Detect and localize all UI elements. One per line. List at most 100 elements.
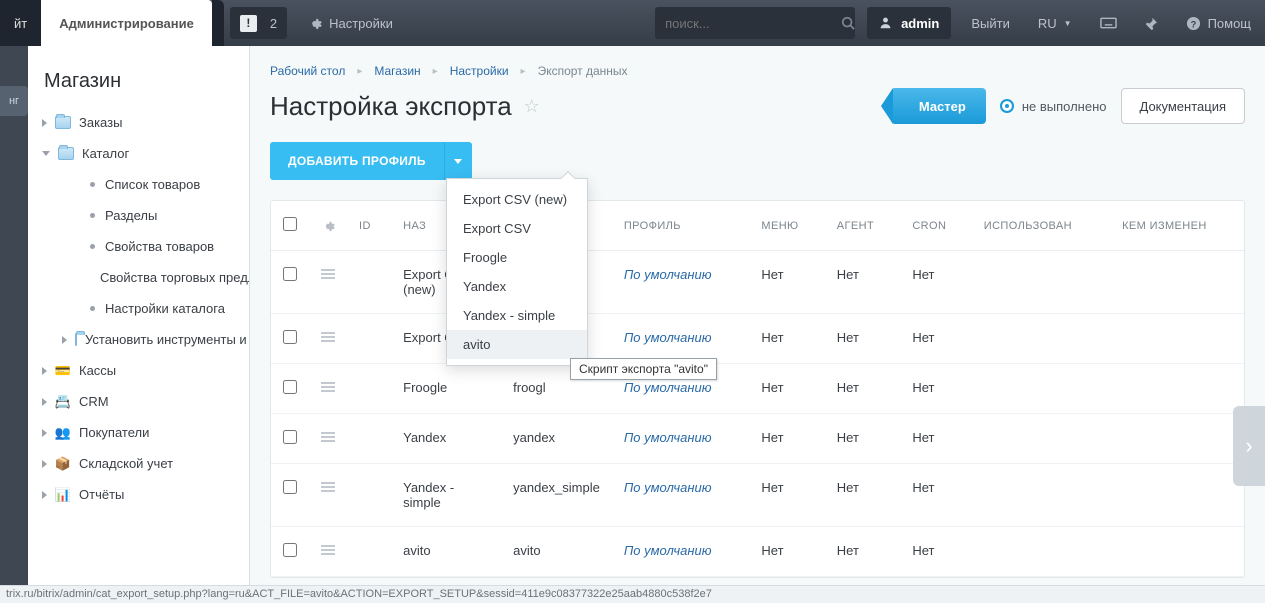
sidebar-item-kassy[interactable]: 💳Кассы [28, 355, 249, 386]
main: Рабочий стол ▸ Магазин ▸ Настройки ▸ Экс… [250, 46, 1265, 603]
cell-profile[interactable]: По умолчанию [624, 267, 712, 282]
user-menu[interactable]: admin [867, 7, 951, 39]
crumb-settings[interactable]: Настройки [450, 64, 509, 78]
tab-admin[interactable]: Администрирование [41, 0, 212, 46]
dropdown-item[interactable]: avito [447, 330, 587, 359]
status-dot-icon [1000, 99, 1014, 113]
cell-name: Yandex - simple [391, 464, 501, 527]
sidebar-item-catalog[interactable]: Каталог [28, 138, 249, 169]
breadcrumb: Рабочий стол ▸ Магазин ▸ Настройки ▸ Экс… [250, 46, 1265, 88]
chevron-right-icon: ▸ [433, 66, 438, 77]
cell-profile[interactable]: По умолчанию [624, 480, 712, 495]
cell-menu: Нет [749, 464, 824, 527]
notifications-button[interactable]: ! 2 [230, 7, 287, 39]
crumb-shop[interactable]: Магазин [374, 64, 420, 78]
cell-profile[interactable]: По умолчанию [624, 330, 712, 345]
col-used[interactable]: ИСПОЛЬЗОВАН [972, 201, 1110, 251]
crumb-desktop[interactable]: Рабочий стол [270, 64, 345, 78]
row-checkbox[interactable] [283, 330, 297, 344]
sidebar-item-sections[interactable]: Разделы [28, 200, 249, 231]
help-icon: ? [1186, 16, 1201, 31]
sidebar-item-stock[interactable]: 📦Складской учет [28, 448, 249, 479]
sidebar-item-orders[interactable]: Заказы [28, 107, 249, 138]
dropdown-item[interactable]: Yandex [447, 272, 587, 301]
row-menu-icon[interactable] [321, 480, 335, 494]
cell-cron: Нет [900, 464, 971, 527]
row-checkbox[interactable] [283, 480, 297, 494]
exclaim-icon: ! [240, 15, 257, 32]
dropdown-item[interactable]: Export CSV (new) [447, 185, 587, 214]
gear-icon [307, 16, 322, 31]
row-checkbox[interactable] [283, 267, 297, 281]
sidebar-item-tprops[interactable]: Свойства торговых предло [28, 262, 249, 293]
favorite-star-icon[interactable]: ☆ [524, 96, 540, 117]
settings-link[interactable]: Настройки [293, 0, 407, 46]
search-input[interactable] [665, 8, 841, 38]
cell-file: yandex [501, 414, 612, 464]
rail-stub[interactable]: нг [0, 86, 28, 116]
add-profile-button[interactable]: ДОБАВИТЬ ПРОФИЛЬ Export CSV (new)Export … [270, 142, 472, 180]
row-menu-icon[interactable] [321, 330, 335, 344]
cell-profile[interactable]: По умолчанию [624, 380, 712, 395]
row-checkbox[interactable] [283, 380, 297, 394]
sidebar-item-buyers[interactable]: 👥Покупатели [28, 417, 249, 448]
col-profile[interactable]: ПРОФИЛЬ [612, 201, 750, 251]
col-changed[interactable]: КЕМ ИЗМЕНЕН [1110, 201, 1244, 251]
cell-agent: Нет [825, 414, 901, 464]
col-menu[interactable]: МЕНЮ [749, 201, 824, 251]
col-agent[interactable]: АГЕНТ [825, 201, 901, 251]
cell-profile[interactable]: По умолчанию [624, 430, 712, 445]
dropdown-item[interactable]: Froogle [447, 243, 587, 272]
status-chip: не выполнено [1000, 99, 1107, 114]
row-menu-icon[interactable] [321, 380, 335, 394]
reports-icon: 📊 [55, 488, 71, 502]
crm-icon: 📇 [55, 395, 71, 409]
sidebar-item-reports[interactable]: 📊Отчёты [28, 479, 249, 510]
col-cron[interactable]: CRON [900, 201, 971, 251]
add-profile-dropdown: Export CSV (new)Export CSVFroogleYandexY… [446, 178, 588, 366]
select-all-checkbox[interactable] [283, 217, 297, 231]
tab-site[interactable]: йт [0, 0, 41, 46]
cell-menu: Нет [749, 414, 824, 464]
row-checkbox[interactable] [283, 430, 297, 444]
sidebar-item-install[interactable]: Установить инструменты и [28, 324, 249, 355]
cell-cron: Нет [900, 364, 971, 414]
gear-icon[interactable] [321, 219, 335, 233]
row-menu-icon[interactable] [321, 430, 335, 444]
table-row: Yandex - simpleyandex_simpleПо умолчанию… [271, 464, 1244, 527]
export-table: ID НАЗ ПРОФИЛЬ МЕНЮ АГЕНТ CRON ИСПОЛЬЗОВ… [270, 200, 1245, 578]
col-id[interactable]: ID [347, 201, 391, 251]
cell-name: Froogle [391, 364, 501, 414]
cell-cron: Нет [900, 527, 971, 577]
notif-count: 2 [270, 16, 277, 31]
add-profile-label[interactable]: ДОБАВИТЬ ПРОФИЛЬ [270, 142, 444, 180]
svg-text:?: ? [1190, 19, 1196, 29]
dropdown-item[interactable]: Export CSV [447, 214, 587, 243]
table-row: YandexyandexПо умолчаниюНетНетНет [271, 414, 1244, 464]
pin-icon[interactable] [1131, 0, 1172, 46]
row-menu-icon[interactable] [321, 543, 335, 557]
help-link[interactable]: ? Помощ [1172, 0, 1265, 46]
search-box[interactable] [655, 7, 855, 39]
logout-link[interactable]: Выйти [957, 0, 1024, 46]
page-next-float[interactable]: › [1233, 406, 1265, 486]
row-checkbox[interactable] [283, 543, 297, 557]
lang-switch[interactable]: RU ▼ [1024, 0, 1086, 46]
cash-icon: 💳 [55, 364, 71, 378]
left-rail: нг [0, 46, 28, 603]
cell-agent: Нет [825, 364, 901, 414]
chevron-right-icon: ▸ [357, 66, 362, 77]
cell-menu: Нет [749, 527, 824, 577]
add-profile-dropdown-toggle[interactable] [444, 142, 472, 180]
sidebar-item-crm[interactable]: 📇CRM [28, 386, 249, 417]
docs-button[interactable]: Документация [1121, 88, 1246, 124]
sidebar-item-catset[interactable]: Настройки каталога [28, 293, 249, 324]
stock-icon: 📦 [55, 457, 71, 471]
sidebar-item-list[interactable]: Список товаров [28, 169, 249, 200]
cell-profile[interactable]: По умолчанию [624, 543, 712, 558]
wizard-button[interactable]: Мастер [891, 88, 986, 124]
row-menu-icon[interactable] [321, 267, 335, 281]
sidebar-item-props[interactable]: Свойства товаров [28, 231, 249, 262]
dropdown-item[interactable]: Yandex - simple [447, 301, 587, 330]
keyboard-icon[interactable] [1086, 0, 1131, 46]
